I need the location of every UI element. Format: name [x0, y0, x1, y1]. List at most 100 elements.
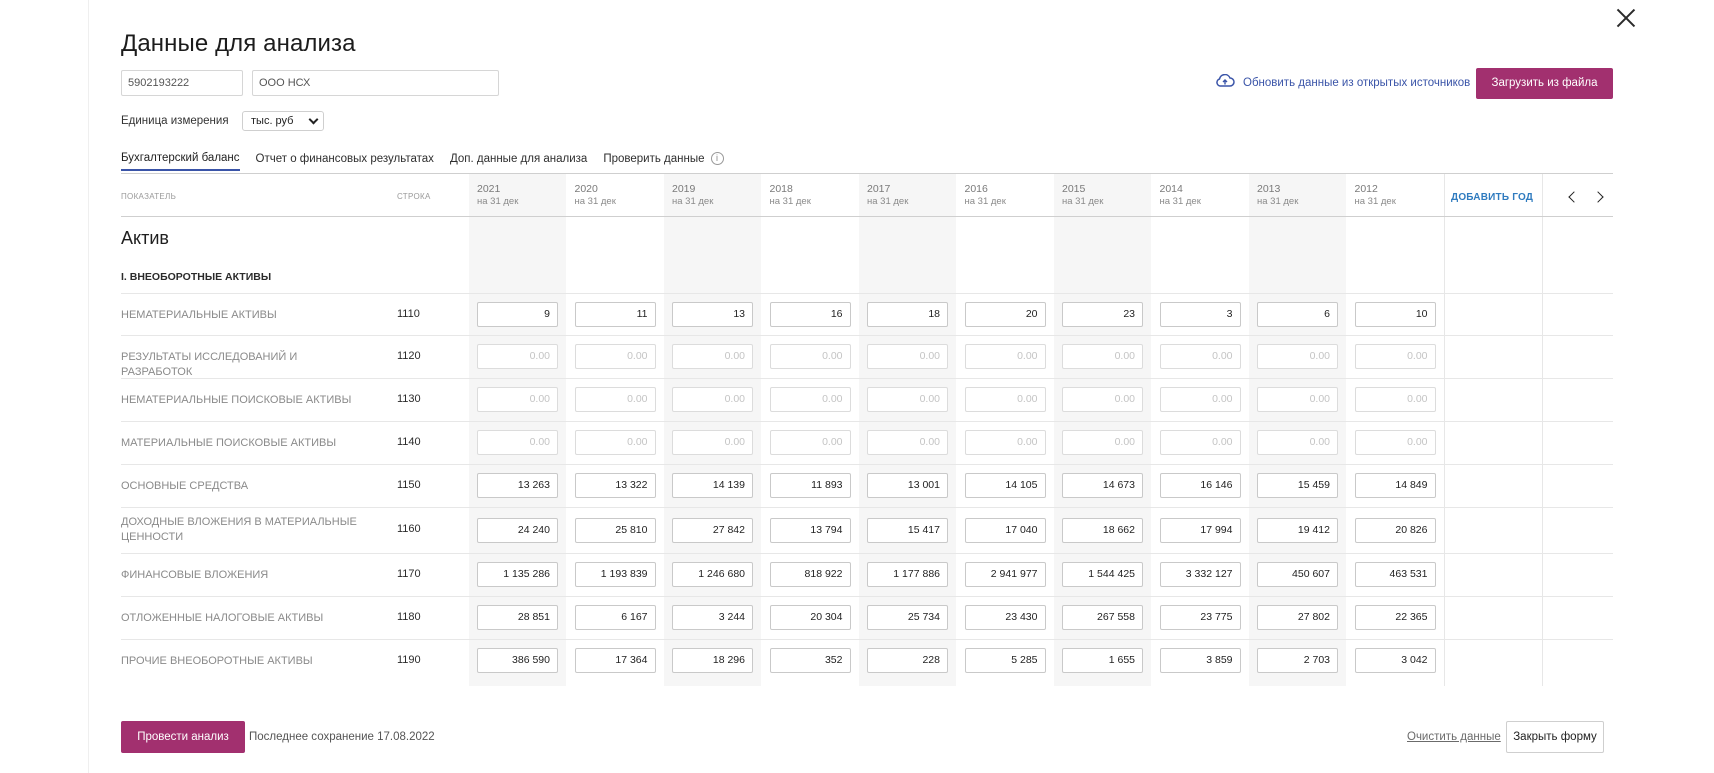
value-input[interactable]: 1 193 839: [574, 562, 656, 587]
upload-from-file-button[interactable]: Загрузить из файла: [1476, 68, 1613, 99]
value-input[interactable]: 2 703: [1257, 648, 1338, 673]
value-input[interactable]: 0.00: [672, 344, 753, 369]
value-input[interactable]: 20 304: [769, 605, 851, 630]
value-input[interactable]: 1 655: [1062, 648, 1143, 673]
value-input[interactable]: 0.00: [672, 387, 753, 412]
value-input[interactable]: 18 662: [1062, 518, 1143, 543]
value-input[interactable]: 0.00: [1062, 430, 1143, 455]
value-input[interactable]: 17 994: [1159, 518, 1241, 543]
value-input[interactable]: 0.00: [769, 344, 851, 369]
value-input[interactable]: 6 167: [574, 605, 656, 630]
value-input[interactable]: 14 139: [672, 473, 753, 498]
value-input[interactable]: 5 285: [964, 648, 1046, 673]
value-input[interactable]: 16: [769, 302, 851, 327]
value-input[interactable]: 0.00: [574, 344, 656, 369]
value-input[interactable]: 13 263: [477, 473, 558, 498]
value-input[interactable]: 13: [672, 302, 753, 327]
value-input[interactable]: 0.00: [1354, 344, 1436, 369]
value-input[interactable]: 23: [1062, 302, 1143, 327]
value-input[interactable]: 27 802: [1257, 605, 1338, 630]
value-input[interactable]: 0.00: [867, 344, 948, 369]
value-input[interactable]: 267 558: [1062, 605, 1143, 630]
close-form-button[interactable]: Закрыть форму: [1506, 721, 1604, 753]
value-input[interactable]: 13 794: [769, 518, 851, 543]
value-input[interactable]: 0.00: [574, 430, 656, 455]
value-input[interactable]: 19 412: [1257, 518, 1338, 543]
value-input[interactable]: 18: [867, 302, 948, 327]
value-input[interactable]: 463 531: [1354, 562, 1436, 587]
value-input[interactable]: 450 607: [1257, 562, 1338, 587]
value-input[interactable]: 1 246 680: [672, 562, 753, 587]
value-input[interactable]: 11: [574, 302, 656, 327]
value-input[interactable]: 28 851: [477, 605, 558, 630]
value-input[interactable]: 17 364: [574, 648, 656, 673]
value-input[interactable]: 23 430: [964, 605, 1046, 630]
organization-name-field[interactable]: ООО НСХ: [252, 70, 499, 96]
value-input[interactable]: 15 459: [1257, 473, 1338, 498]
value-input[interactable]: 352: [769, 648, 851, 673]
value-input[interactable]: 0.00: [867, 387, 948, 412]
value-input[interactable]: 20 826: [1354, 518, 1436, 543]
value-input[interactable]: 0.00: [1159, 387, 1241, 412]
value-input[interactable]: 228: [867, 648, 948, 673]
value-input[interactable]: 0.00: [769, 430, 851, 455]
value-input[interactable]: 22 365: [1354, 605, 1436, 630]
value-input[interactable]: 0.00: [1257, 344, 1338, 369]
value-input[interactable]: 13 322: [574, 473, 656, 498]
value-input[interactable]: 0.00: [867, 430, 948, 455]
value-input[interactable]: 0.00: [1354, 387, 1436, 412]
refresh-from-sources-link[interactable]: Обновить данные из открытых источников: [1215, 73, 1470, 93]
value-input[interactable]: 0.00: [964, 344, 1046, 369]
value-input[interactable]: 3 042: [1354, 648, 1436, 673]
tab-financial-results[interactable]: Отчет о финансовых результатах: [256, 151, 434, 171]
value-input[interactable]: 16 146: [1159, 473, 1241, 498]
value-input[interactable]: 0.00: [1062, 387, 1143, 412]
value-input[interactable]: 27 842: [672, 518, 753, 543]
value-input[interactable]: 14 673: [1062, 473, 1143, 498]
value-input[interactable]: 0.00: [1159, 430, 1241, 455]
tab-additional-data[interactable]: Доп. данные для анализа: [450, 151, 587, 171]
value-input[interactable]: 3: [1159, 302, 1241, 327]
value-input[interactable]: 3 332 127: [1159, 562, 1241, 587]
close-icon[interactable]: [1612, 4, 1640, 32]
value-input[interactable]: 0.00: [477, 387, 558, 412]
value-input[interactable]: 0.00: [1159, 344, 1241, 369]
value-input[interactable]: 0.00: [1062, 344, 1143, 369]
value-input[interactable]: 25 810: [574, 518, 656, 543]
inn-field[interactable]: 5902193222: [121, 70, 243, 96]
tab-balance-sheet[interactable]: Бухгалтерский баланс: [121, 151, 240, 171]
value-input[interactable]: 1 544 425: [1062, 562, 1143, 587]
value-input[interactable]: 0.00: [964, 387, 1046, 412]
value-input[interactable]: 24 240: [477, 518, 558, 543]
value-input[interactable]: 0.00: [574, 387, 656, 412]
value-input[interactable]: 1 177 886: [867, 562, 948, 587]
info-icon[interactable]: i: [710, 152, 724, 165]
value-input[interactable]: 818 922: [769, 562, 851, 587]
value-input[interactable]: 9: [477, 302, 558, 327]
value-input[interactable]: 3 859: [1159, 648, 1241, 673]
value-input[interactable]: 0.00: [477, 430, 558, 455]
value-input[interactable]: 20: [964, 302, 1046, 327]
run-analysis-button[interactable]: Провести анализ: [121, 721, 245, 753]
value-input[interactable]: 386 590: [477, 648, 558, 673]
value-input[interactable]: 2 941 977: [964, 562, 1046, 587]
value-input[interactable]: 14 105: [964, 473, 1046, 498]
value-input[interactable]: 0.00: [1354, 430, 1436, 455]
value-input[interactable]: 17 040: [964, 518, 1046, 543]
chevron-right-icon[interactable]: [1592, 191, 1604, 203]
tab-check-data[interactable]: Проверить данные i: [603, 151, 724, 171]
value-input[interactable]: 6: [1257, 302, 1338, 327]
value-input[interactable]: 0.00: [769, 387, 851, 412]
value-input[interactable]: 0.00: [477, 344, 558, 369]
value-input[interactable]: 0.00: [1257, 387, 1338, 412]
value-input[interactable]: 23 775: [1159, 605, 1241, 630]
value-input[interactable]: 25 734: [867, 605, 948, 630]
value-input[interactable]: 11 893: [769, 473, 851, 498]
chevron-left-icon[interactable]: [1568, 191, 1580, 203]
clear-data-link[interactable]: Очистить данные: [1407, 731, 1501, 743]
value-input[interactable]: 0.00: [1257, 430, 1338, 455]
value-input[interactable]: 13 001: [867, 473, 948, 498]
value-input[interactable]: 15 417: [867, 518, 948, 543]
value-input[interactable]: 3 244: [672, 605, 753, 630]
value-input[interactable]: 10: [1354, 302, 1436, 327]
